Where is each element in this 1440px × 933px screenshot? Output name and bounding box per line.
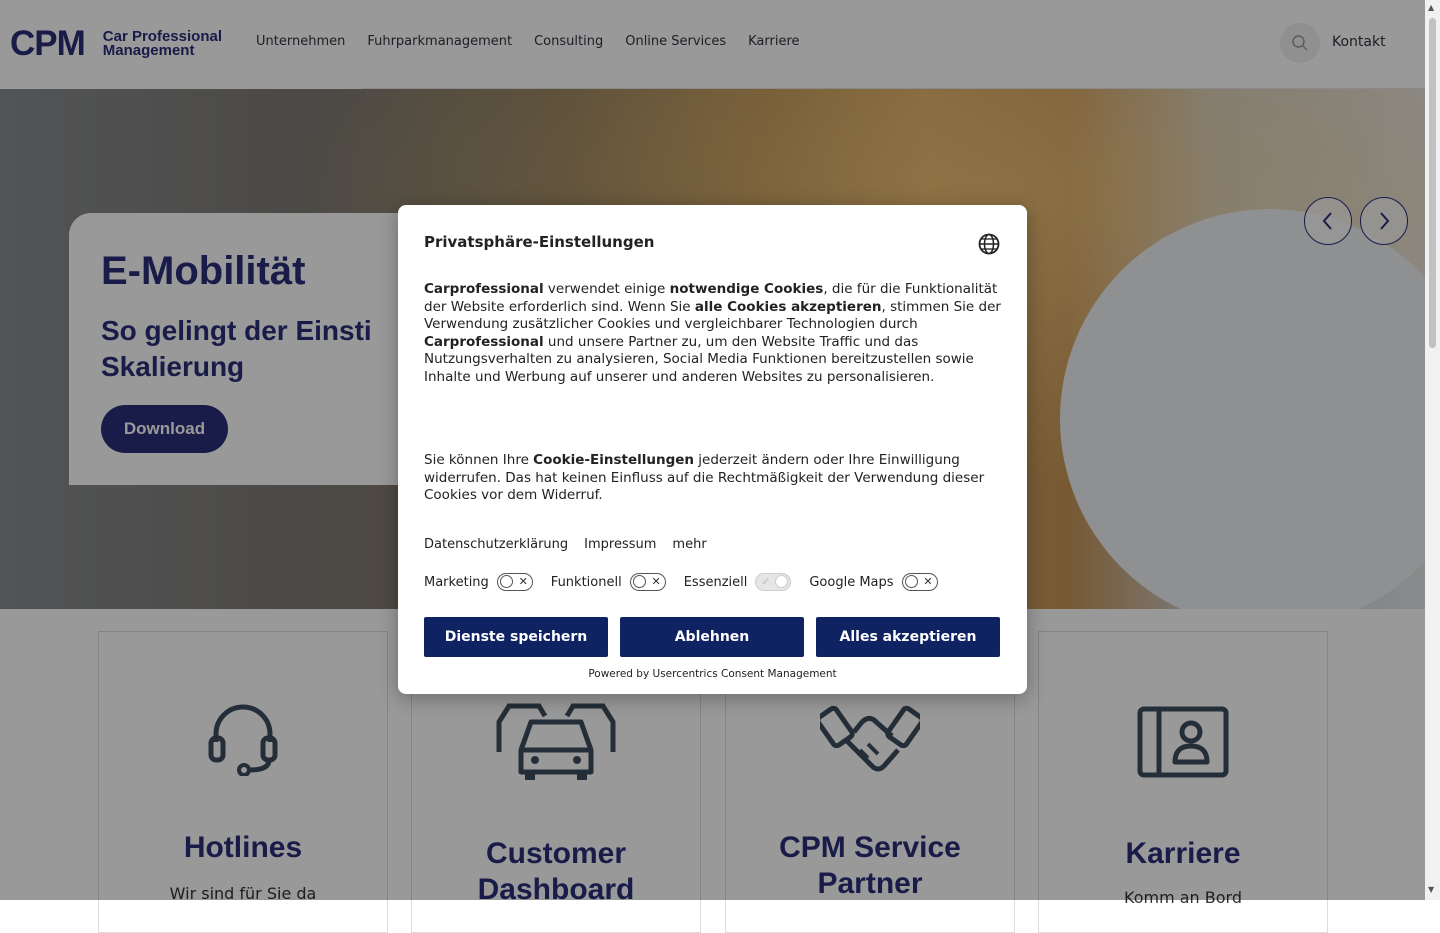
toggle-essenziell: Essenziell ✓: [684, 573, 792, 591]
toggle-label: Google Maps: [809, 574, 894, 590]
scrollbar-thumb[interactable]: [1429, 18, 1436, 348]
consent-toggles: Marketing ✕ Funktionell ✕ Essenziell ✓ G…: [424, 573, 956, 591]
close-icon: ✕: [651, 575, 661, 588]
toggle-label: Funktionell: [550, 574, 622, 590]
close-icon: ✕: [923, 575, 933, 588]
page-scrollbar[interactable]: ▲ ▼: [1425, 0, 1440, 900]
impressum-link[interactable]: Impressum: [584, 537, 656, 552]
dialog-buttons: Dienste speichern Ablehnen Alles akzepti…: [424, 617, 1000, 657]
toggle-google-maps: Google Maps ✕: [809, 573, 938, 591]
powered-by-link[interactable]: Powered by Usercentrics Consent Manageme…: [398, 668, 1027, 680]
save-services-button[interactable]: Dienste speichern: [424, 617, 608, 657]
google-maps-switch[interactable]: ✕: [901, 573, 938, 591]
accept-all-button[interactable]: Alles akzeptieren: [816, 617, 1000, 657]
toggle-label: Marketing: [424, 574, 489, 590]
scroll-up-arrow-icon[interactable]: ▲: [1428, 3, 1434, 12]
dialog-links: Datenschutzerklärung Impressum mehr: [424, 537, 707, 552]
toggle-funktionell: Funktionell ✕: [551, 573, 666, 591]
consent-dialog: Privatsphäre-Einstellungen Carprofession…: [398, 205, 1027, 694]
language-globe-icon[interactable]: [978, 233, 1000, 255]
dialog-title: Privatsphäre-Einstellungen: [424, 233, 655, 251]
marketing-switch[interactable]: ✕: [496, 573, 533, 591]
mehr-link[interactable]: mehr: [672, 537, 706, 552]
datenschutz-link[interactable]: Datenschutzerklärung: [424, 537, 568, 552]
toggle-label: Essenziell: [683, 574, 748, 590]
funktionell-switch[interactable]: ✕: [629, 573, 666, 591]
essenziell-switch: ✓: [755, 573, 792, 591]
dialog-description: Carprofessional verwendet einige notwend…: [424, 281, 1001, 385]
check-icon: ✓: [761, 575, 771, 588]
reject-button[interactable]: Ablehnen: [620, 617, 804, 657]
close-icon: ✕: [518, 575, 528, 588]
scroll-down-arrow-icon[interactable]: ▼: [1428, 885, 1434, 894]
dialog-revocation-note: Sie können Ihre Cookie-Einstellungen jed…: [424, 452, 985, 503]
toggle-marketing: Marketing ✕: [424, 573, 533, 591]
